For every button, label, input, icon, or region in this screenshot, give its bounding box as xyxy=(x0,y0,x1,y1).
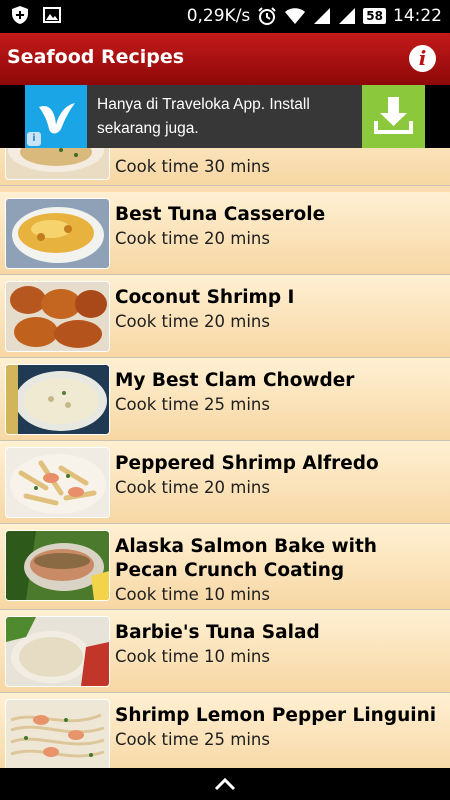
signal-icon xyxy=(338,7,356,25)
ad-choices-icon[interactable]: i xyxy=(27,132,41,146)
list-item[interactable]: Barbie's Tuna Salad Cook time 10 mins xyxy=(0,610,450,693)
status-bar: 0,29K/s 58 14:22 xyxy=(0,0,450,33)
recipe-cook-time: Cook time 20 mins xyxy=(115,229,270,248)
app-title: Seafood Recipes xyxy=(7,46,185,68)
recipe-thumbnail xyxy=(6,531,109,600)
network-speed: 0,29K/s xyxy=(186,6,251,26)
chevron-up-icon[interactable] xyxy=(214,776,236,795)
list-item[interactable]: My Best Clam Chowder Cook time 25 mins xyxy=(0,358,450,441)
recipe-cook-time: Cook time 20 mins xyxy=(115,478,270,497)
ad-banner[interactable]: Hanya di Traveloka App. Install sekarang… xyxy=(25,85,425,148)
list-item[interactable]: Peppered Shrimp Alfredo Cook time 20 min… xyxy=(0,441,450,524)
recipe-title: Alaska Salmon Bake with Pecan Crunch Coa… xyxy=(115,536,377,581)
recipe-thumbnail xyxy=(6,448,109,517)
recipe-cook-time: Cook time 25 mins xyxy=(115,395,270,414)
alarm-clock-icon xyxy=(257,6,277,26)
recipe-cook-time: Cook time 10 mins xyxy=(115,585,270,604)
recipe-title: Coconut Shrimp I xyxy=(115,287,295,308)
recipe-title: Shrimp Lemon Pepper Linguini xyxy=(115,705,437,726)
recipe-list[interactable]: Cook time 30 mins Best Tuna Casserole Co… xyxy=(0,148,450,768)
recipe-thumbnail xyxy=(6,617,109,686)
download-icon[interactable] xyxy=(362,85,425,148)
list-item[interactable]: Coconut Shrimp I Cook time 20 mins xyxy=(0,275,450,358)
clock: 14:22 xyxy=(393,6,442,26)
recipe-cook-time: Cook time 10 mins xyxy=(115,647,270,666)
list-item[interactable]: Alaska Salmon Bake with Pecan Crunch Coa… xyxy=(0,524,450,610)
app-bar: Seafood Recipes i xyxy=(0,33,450,85)
image-icon xyxy=(42,5,62,25)
list-item[interactable]: Best Tuna Casserole Cook time 20 mins xyxy=(0,192,450,275)
navigation-bar xyxy=(0,768,450,800)
recipe-cook-time: Cook time 25 mins xyxy=(115,730,270,749)
list-item[interactable]: Shrimp Lemon Pepper Linguini Cook time 2… xyxy=(0,693,450,768)
recipe-title: Barbie's Tuna Salad xyxy=(115,622,320,643)
wifi-icon xyxy=(284,7,306,25)
recipe-title: Peppered Shrimp Alfredo xyxy=(115,453,379,474)
list-item[interactable]: Cook time 30 mins xyxy=(0,148,450,186)
recipe-title: Best Tuna Casserole xyxy=(115,204,326,225)
recipe-cook-time: Cook time 20 mins xyxy=(115,312,270,331)
recipe-title: My Best Clam Chowder xyxy=(115,370,355,391)
battery-icon: 58 xyxy=(363,8,386,24)
info-icon[interactable]: i xyxy=(409,45,436,72)
ad-text: Hanya di Traveloka App. Install sekarang… xyxy=(97,96,310,137)
recipe-cook-time: Cook time 30 mins xyxy=(115,157,270,176)
recipe-thumbnail xyxy=(6,700,109,768)
shield-plus-icon xyxy=(10,5,30,25)
recipe-thumbnail xyxy=(6,282,109,351)
recipe-thumbnail xyxy=(6,365,109,434)
recipe-thumbnail xyxy=(6,148,109,179)
signal-icon xyxy=(313,7,331,25)
recipe-thumbnail xyxy=(6,199,109,268)
